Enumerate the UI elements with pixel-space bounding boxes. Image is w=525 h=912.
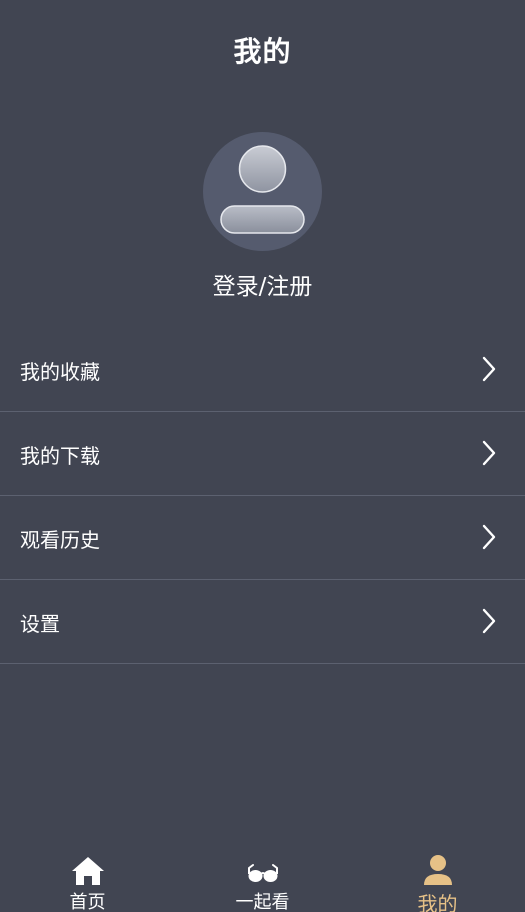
tab-label: 首页 — [69, 892, 106, 912]
tab-label: 一起看 — [235, 892, 290, 912]
menu-item-label: 我的收藏 — [20, 360, 100, 384]
home-icon — [0, 850, 175, 886]
profile-section[interactable]: 登录/注册 — [0, 132, 525, 301]
person-icon — [350, 850, 525, 886]
tab-label: 我的 — [417, 892, 458, 912]
menu-item-label: 设置 — [20, 612, 60, 636]
menu-item-history[interactable]: 观看历史 — [0, 496, 525, 580]
tab-mine[interactable]: 我的 — [350, 842, 525, 912]
menu-item-downloads[interactable]: 我的下载 — [0, 412, 525, 496]
menu-item-label: 观看历史 — [20, 528, 100, 552]
glasses-icon — [175, 850, 350, 886]
login-register-link[interactable]: 登录/注册 — [0, 267, 525, 301]
chevron-right-icon — [481, 440, 497, 470]
user-avatar-icon[interactable] — [203, 132, 322, 251]
settings-menu: 我的收藏 我的下载 观看历史 设置 — [0, 328, 525, 664]
profile-screen: 我的 登录/注册 我的收藏 我的下载 观看历史 设置 首页 一起看 我的 — [0, 0, 525, 912]
chevron-right-icon — [481, 608, 497, 638]
chevron-right-icon — [481, 524, 497, 554]
menu-item-label: 我的下载 — [20, 444, 100, 468]
chevron-right-icon — [481, 356, 497, 386]
bottom-tab-bar: 首页 一起看 我的 — [0, 842, 525, 912]
page-title: 我的 — [233, 35, 292, 68]
tab-watch-together[interactable]: 一起看 — [175, 842, 350, 912]
tab-home[interactable]: 首页 — [0, 842, 175, 912]
menu-item-favorites[interactable]: 我的收藏 — [0, 328, 525, 412]
header: 我的 — [0, 0, 525, 96]
menu-item-settings[interactable]: 设置 — [0, 580, 525, 664]
